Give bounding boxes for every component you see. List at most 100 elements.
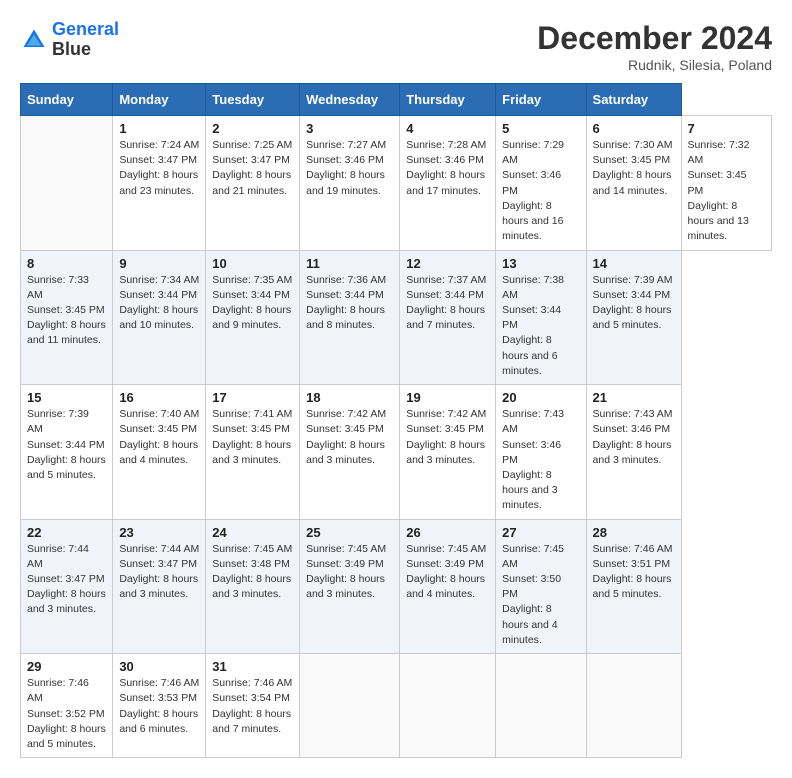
day-number: 12 xyxy=(406,256,489,271)
day-number: 13 xyxy=(502,256,579,271)
day-info: Sunrise: 7:25 AM Sunset: 3:47 PM Dayligh… xyxy=(212,138,293,199)
day-info: Sunrise: 7:45 AM Sunset: 3:49 PM Dayligh… xyxy=(306,542,393,603)
calendar-cell: 22 Sunrise: 7:44 AM Sunset: 3:47 PM Dayli… xyxy=(21,519,113,654)
calendar-cell xyxy=(586,654,681,758)
day-info: Sunrise: 7:34 AM Sunset: 3:44 PM Dayligh… xyxy=(119,273,199,334)
calendar-cell: 8 Sunrise: 7:33 AM Sunset: 3:45 PM Daylig… xyxy=(21,250,113,385)
calendar-cell: 15 Sunrise: 7:39 AM Sunset: 3:44 PM Dayli… xyxy=(21,385,113,520)
day-info: Sunrise: 7:36 AM Sunset: 3:44 PM Dayligh… xyxy=(306,273,393,334)
calendar-cell: 27 Sunrise: 7:45 AM Sunset: 3:50 PM Dayli… xyxy=(496,519,586,654)
calendar-cell: 18 Sunrise: 7:42 AM Sunset: 3:45 PM Dayli… xyxy=(300,385,400,520)
calendar-cell: 2Sunrise: 7:25 AM Sunset: 3:47 PM Daylig… xyxy=(206,116,300,251)
calendar-body: 1 Sunrise: 7:24 AM Sunset: 3:47 PM Daylig… xyxy=(21,116,772,758)
day-info: Sunrise: 7:44 AM Sunset: 3:47 PM Dayligh… xyxy=(27,542,106,618)
calendar-cell: 31 Sunrise: 7:46 AM Sunset: 3:54 PM Dayli… xyxy=(206,654,300,758)
location: Rudnik, Silesia, Poland xyxy=(537,57,772,73)
calendar-week-row: 22 Sunrise: 7:44 AM Sunset: 3:47 PM Dayli… xyxy=(21,519,772,654)
calendar-cell: 5Sunrise: 7:29 AM Sunset: 3:46 PM Daylig… xyxy=(496,116,586,251)
calendar-cell xyxy=(496,654,586,758)
calendar-cell: 6 Sunrise: 7:30 AM Sunset: 3:45 PM Daylig… xyxy=(586,116,681,251)
day-info: Sunrise: 7:28 AM Sunset: 3:46 PM Dayligh… xyxy=(406,138,489,199)
day-number: 23 xyxy=(119,525,199,540)
day-number: 15 xyxy=(27,390,106,405)
day-info: Sunrise: 7:46 AM Sunset: 3:54 PM Dayligh… xyxy=(212,676,293,737)
calendar-cell: 21 Sunrise: 7:43 AM Sunset: 3:46 PM Dayli… xyxy=(586,385,681,520)
day-info: Sunrise: 7:38 AM Sunset: 3:44 PM Dayligh… xyxy=(502,273,579,380)
day-info: Sunrise: 7:37 AM Sunset: 3:44 PM Dayligh… xyxy=(406,273,489,334)
day-number: 14 xyxy=(593,256,675,271)
day-info: Sunrise: 7:42 AM Sunset: 3:45 PM Dayligh… xyxy=(406,407,489,468)
day-number: 8 xyxy=(27,256,106,271)
day-of-week-header: Sunday xyxy=(21,84,113,116)
calendar-cell: 9 Sunrise: 7:34 AM Sunset: 3:44 PM Daylig… xyxy=(113,250,206,385)
month-title: December 2024 xyxy=(537,20,772,57)
day-number: 9 xyxy=(119,256,199,271)
page-header: General Blue December 2024 Rudnik, Siles… xyxy=(20,20,772,73)
calendar-cell: 29Sunrise: 7:46 AM Sunset: 3:52 PM Dayli… xyxy=(21,654,113,758)
calendar-week-row: 1 Sunrise: 7:24 AM Sunset: 3:47 PM Daylig… xyxy=(21,116,772,251)
day-info: Sunrise: 7:39 AM Sunset: 3:44 PM Dayligh… xyxy=(593,273,675,334)
calendar-cell xyxy=(300,654,400,758)
day-number: 31 xyxy=(212,659,293,674)
day-number: 7 xyxy=(688,121,765,136)
day-number: 4 xyxy=(406,121,489,136)
day-number: 26 xyxy=(406,525,489,540)
calendar-cell: 11 Sunrise: 7:36 AM Sunset: 3:44 PM Dayli… xyxy=(300,250,400,385)
day-number: 1 xyxy=(119,121,199,136)
day-number: 5 xyxy=(502,121,579,136)
day-number: 22 xyxy=(27,525,106,540)
calendar-week-row: 15 Sunrise: 7:39 AM Sunset: 3:44 PM Dayli… xyxy=(21,385,772,520)
day-number: 30 xyxy=(119,659,199,674)
day-number: 27 xyxy=(502,525,579,540)
day-of-week-header: Saturday xyxy=(586,84,681,116)
day-number: 3 xyxy=(306,121,393,136)
calendar-cell: 1 Sunrise: 7:24 AM Sunset: 3:47 PM Daylig… xyxy=(113,116,206,251)
day-info: Sunrise: 7:43 AM Sunset: 3:46 PM Dayligh… xyxy=(593,407,675,468)
calendar-cell: 14 Sunrise: 7:39 AM Sunset: 3:44 PM Dayli… xyxy=(586,250,681,385)
calendar-cell: 13 Sunrise: 7:38 AM Sunset: 3:44 PM Dayli… xyxy=(496,250,586,385)
day-info: Sunrise: 7:45 AM Sunset: 3:48 PM Dayligh… xyxy=(212,542,293,603)
day-info: Sunrise: 7:40 AM Sunset: 3:45 PM Dayligh… xyxy=(119,407,199,468)
day-number: 25 xyxy=(306,525,393,540)
day-number: 17 xyxy=(212,390,293,405)
calendar-table: SundayMondayTuesdayWednesdayThursdayFrid… xyxy=(20,83,772,758)
day-number: 29 xyxy=(27,659,106,674)
calendar-cell: 12 Sunrise: 7:37 AM Sunset: 3:44 PM Dayli… xyxy=(400,250,496,385)
calendar-cell: 20 Sunrise: 7:43 AM Sunset: 3:46 PM Dayli… xyxy=(496,385,586,520)
day-of-week-header: Tuesday xyxy=(206,84,300,116)
day-of-week-header: Monday xyxy=(113,84,206,116)
day-number: 20 xyxy=(502,390,579,405)
calendar-cell xyxy=(21,116,113,251)
calendar-cell: 23Sunrise: 7:44 AM Sunset: 3:47 PM Dayli… xyxy=(113,519,206,654)
day-info: Sunrise: 7:33 AM Sunset: 3:45 PM Dayligh… xyxy=(27,273,106,349)
calendar-cell: 4 Sunrise: 7:28 AM Sunset: 3:46 PM Daylig… xyxy=(400,116,496,251)
day-info: Sunrise: 7:46 AM Sunset: 3:51 PM Dayligh… xyxy=(593,542,675,603)
day-number: 21 xyxy=(593,390,675,405)
day-number: 28 xyxy=(593,525,675,540)
calendar-cell: 16Sunrise: 7:40 AM Sunset: 3:45 PM Dayli… xyxy=(113,385,206,520)
day-info: Sunrise: 7:42 AM Sunset: 3:45 PM Dayligh… xyxy=(306,407,393,468)
calendar-week-row: 8 Sunrise: 7:33 AM Sunset: 3:45 PM Daylig… xyxy=(21,250,772,385)
day-info: Sunrise: 7:39 AM Sunset: 3:44 PM Dayligh… xyxy=(27,407,106,483)
day-info: Sunrise: 7:30 AM Sunset: 3:45 PM Dayligh… xyxy=(593,138,675,199)
day-info: Sunrise: 7:24 AM Sunset: 3:47 PM Dayligh… xyxy=(119,138,199,199)
day-of-week-header: Thursday xyxy=(400,84,496,116)
calendar-cell: 10 Sunrise: 7:35 AM Sunset: 3:44 PM Dayli… xyxy=(206,250,300,385)
day-info: Sunrise: 7:45 AM Sunset: 3:50 PM Dayligh… xyxy=(502,542,579,649)
calendar-cell: 30Sunrise: 7:46 AM Sunset: 3:53 PM Dayli… xyxy=(113,654,206,758)
calendar-cell: 24Sunrise: 7:45 AM Sunset: 3:48 PM Dayli… xyxy=(206,519,300,654)
calendar-cell: 7Sunrise: 7:32 AM Sunset: 3:45 PM Daylig… xyxy=(681,116,771,251)
calendar-cell: 3Sunrise: 7:27 AM Sunset: 3:46 PM Daylig… xyxy=(300,116,400,251)
day-number: 10 xyxy=(212,256,293,271)
calendar-cell: 25 Sunrise: 7:45 AM Sunset: 3:49 PM Dayli… xyxy=(300,519,400,654)
day-number: 6 xyxy=(593,121,675,136)
logo-text: General Blue xyxy=(52,20,119,60)
day-number: 18 xyxy=(306,390,393,405)
calendar-cell: 19 Sunrise: 7:42 AM Sunset: 3:45 PM Dayli… xyxy=(400,385,496,520)
calendar-cell: 26Sunrise: 7:45 AM Sunset: 3:49 PM Dayli… xyxy=(400,519,496,654)
day-number: 11 xyxy=(306,256,393,271)
day-info: Sunrise: 7:35 AM Sunset: 3:44 PM Dayligh… xyxy=(212,273,293,334)
day-number: 19 xyxy=(406,390,489,405)
day-info: Sunrise: 7:43 AM Sunset: 3:46 PM Dayligh… xyxy=(502,407,579,514)
calendar-cell: 28 Sunrise: 7:46 AM Sunset: 3:51 PM Dayli… xyxy=(586,519,681,654)
